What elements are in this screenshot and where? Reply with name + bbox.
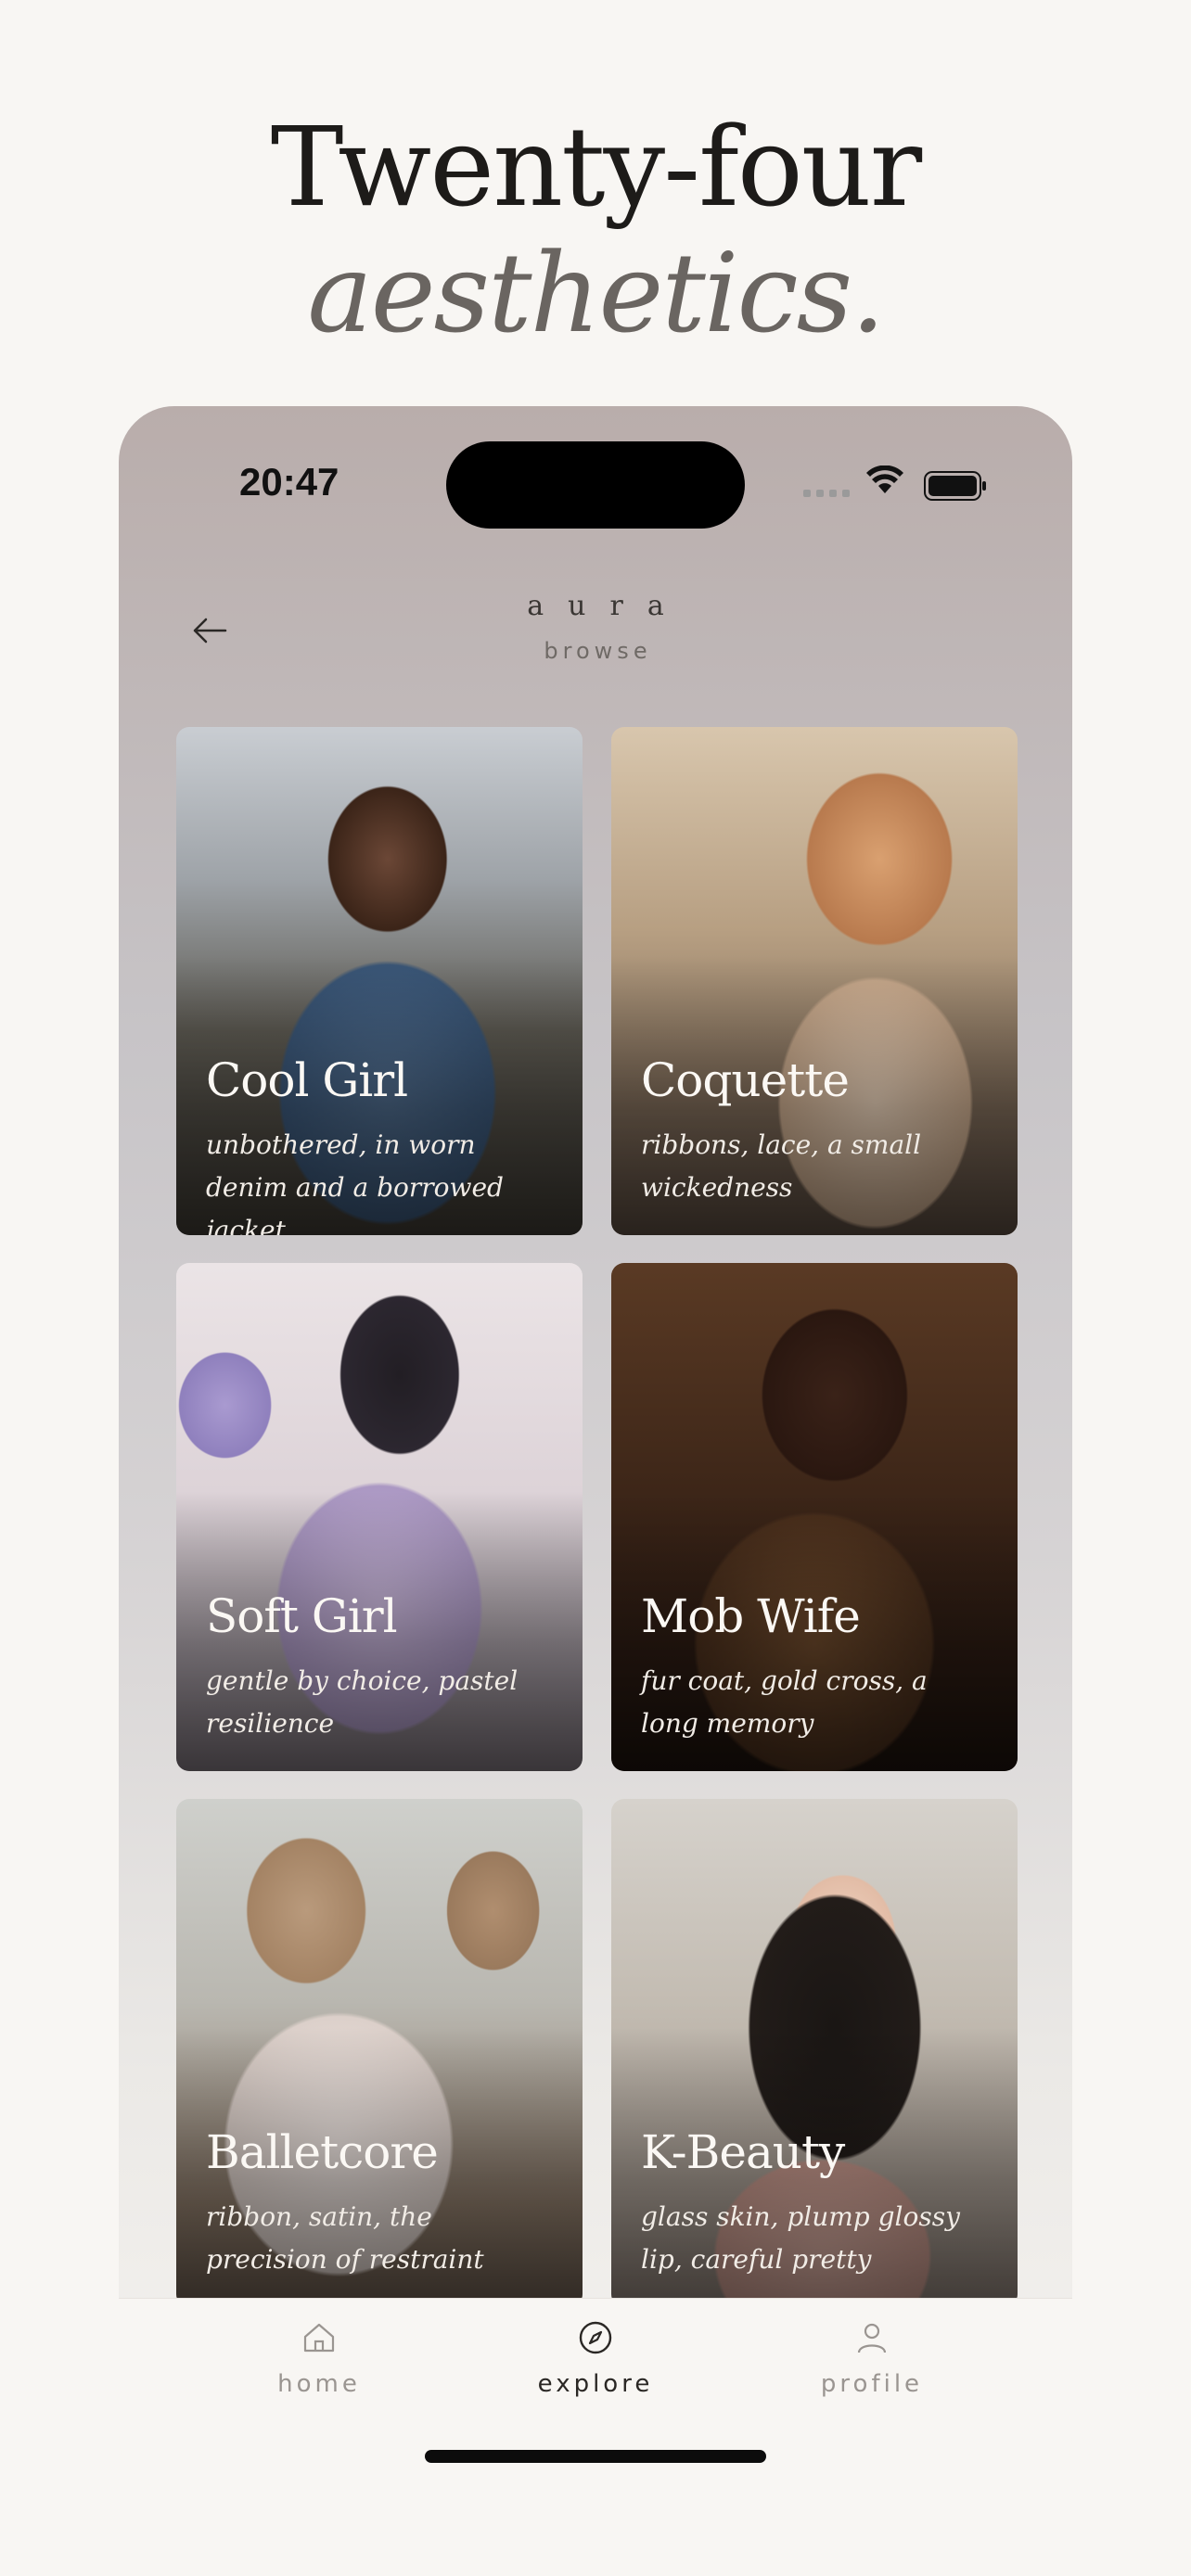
card-title: Cool Girl — [206, 1053, 408, 1107]
dynamic-island — [446, 441, 745, 529]
headline-line-1: Twenty-four — [270, 103, 922, 231]
tab-home[interactable]: home — [217, 2319, 421, 2398]
person-icon — [857, 2323, 887, 2353]
card-description: ribbon, satin, the precision of restrain… — [206, 2201, 484, 2275]
card-k-beauty[interactable]: K-Beauty glass skin, plump glossy lip, c… — [611, 1799, 1018, 2307]
tab-explore[interactable]: explore — [493, 2319, 698, 2398]
tab-profile[interactable]: profile — [770, 2319, 974, 2398]
battery-icon — [924, 471, 986, 501]
card-title: Balletcore — [206, 2125, 439, 2179]
card-description: ribbons, lace, a small wickedness — [641, 1129, 922, 1203]
tab-label: home — [277, 2370, 361, 2398]
page-subtitle: browse — [544, 638, 652, 664]
headline-line-2: aesthetics. — [307, 229, 885, 357]
card-title: K-Beauty — [641, 2125, 845, 2179]
phone-mockup: 20:47 aura browse Cool Girl unbothered, … — [119, 406, 1072, 2491]
home-icon — [303, 2323, 335, 2353]
card-mob-wife[interactable]: Mob Wife fur coat, gold cross, a long me… — [611, 1263, 1018, 1771]
card-cool-girl[interactable]: Cool Girl unbothered, in worn denim and … — [176, 727, 583, 1235]
card-title: Mob Wife — [641, 1589, 861, 1643]
tab-bar: home explore profile — [119, 2298, 1072, 2491]
card-description: unbothered, in worn denim and a borrowed… — [206, 1129, 504, 1235]
status-time: 20:47 — [239, 460, 339, 504]
card-balletcore[interactable]: Balletcore ribbon, satin, the precision … — [176, 1799, 583, 2307]
app-brand: aura — [527, 590, 688, 622]
compass-icon — [579, 2321, 612, 2354]
card-coquette[interactable]: Coquette ribbons, lace, a small wickedne… — [611, 727, 1018, 1235]
card-description: gentle by choice, pastel resilience — [206, 1665, 519, 1739]
wifi-icon — [866, 465, 903, 493]
card-soft-girl[interactable]: Soft Girl gentle by choice, pastel resil… — [176, 1263, 583, 1771]
card-title: Soft Girl — [206, 1589, 398, 1643]
card-title: Coquette — [641, 1053, 850, 1107]
tab-label: profile — [820, 2370, 924, 2398]
card-description: glass skin, plump glossy lip, careful pr… — [641, 2201, 960, 2275]
home-indicator[interactable] — [425, 2450, 766, 2463]
headline: Twenty-four aesthetics. — [0, 104, 1191, 356]
tab-label: explore — [537, 2370, 654, 2398]
card-description: fur coat, gold cross, a long memory — [641, 1665, 928, 1739]
cellular-signal-icon — [803, 490, 850, 497]
